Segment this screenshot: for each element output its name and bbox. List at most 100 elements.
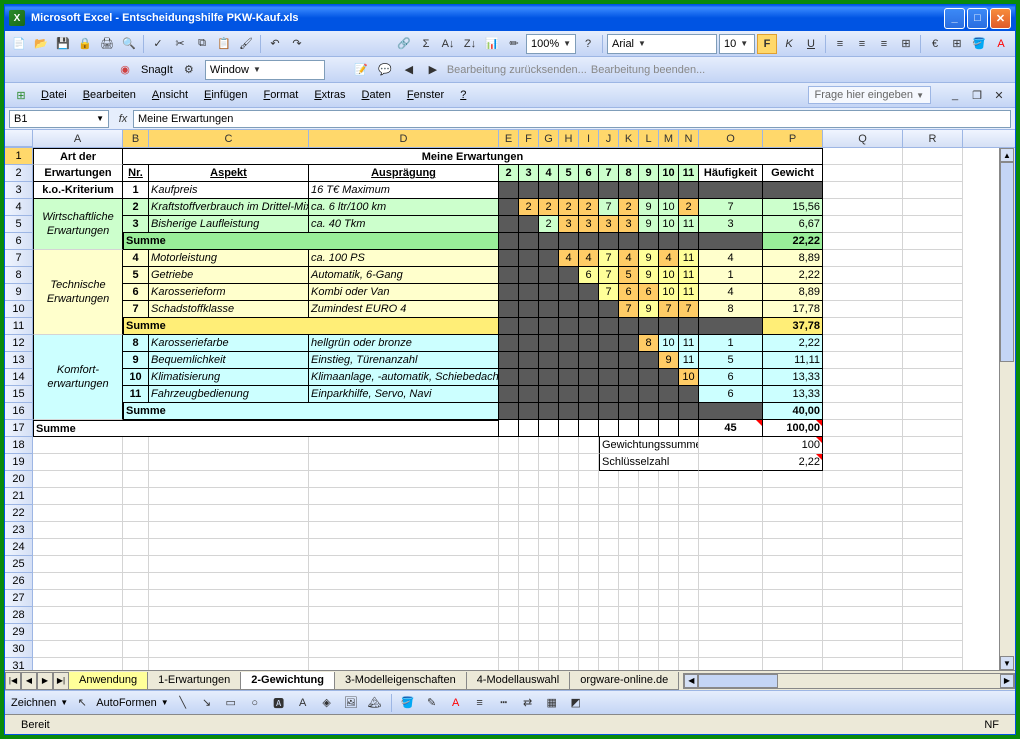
cell[interactable]: 10	[679, 369, 699, 386]
cell[interactable]	[599, 624, 619, 641]
cell[interactable]	[149, 556, 309, 573]
cell[interactable]: 8,89	[763, 284, 823, 301]
cell[interactable]	[149, 522, 309, 539]
cell[interactable]	[599, 386, 619, 403]
cell[interactable]	[499, 318, 519, 335]
cell[interactable]	[309, 607, 499, 624]
cell[interactable]	[639, 403, 659, 420]
cell[interactable]	[539, 301, 559, 318]
cell[interactable]	[559, 369, 579, 386]
cell[interactable]	[519, 624, 539, 641]
cell[interactable]	[519, 437, 539, 454]
cell[interactable]	[599, 301, 619, 318]
cell[interactable]	[639, 318, 659, 335]
cell[interactable]	[499, 284, 519, 301]
cell[interactable]	[539, 318, 559, 335]
cell[interactable]	[559, 590, 579, 607]
col-header-E[interactable]: E	[499, 130, 519, 147]
cell[interactable]	[823, 488, 903, 505]
cell[interactable]: 6	[699, 386, 763, 403]
cell[interactable]	[539, 250, 559, 267]
cell[interactable]	[659, 233, 679, 250]
cell[interactable]	[539, 352, 559, 369]
copy-icon[interactable]: ⧉	[192, 34, 212, 54]
menu-daten[interactable]: Daten	[354, 87, 399, 103]
cell[interactable]	[823, 556, 903, 573]
cell[interactable]: 10	[659, 216, 679, 233]
cell[interactable]: Einparkhilfe, Servo, Navi	[309, 386, 499, 403]
menu-bearbeiten[interactable]: Bearbeiten	[75, 87, 144, 103]
row-header[interactable]: 22	[5, 505, 33, 522]
cell[interactable]	[823, 369, 903, 386]
cell[interactable]	[619, 556, 639, 573]
cell[interactable]: 7	[599, 199, 619, 216]
cell[interactable]: 6	[579, 267, 599, 284]
cell[interactable]: 9	[639, 250, 659, 267]
cell[interactable]: Schlüsselzahl	[599, 454, 699, 471]
cell[interactable]	[639, 539, 659, 556]
row-header[interactable]: 13	[5, 352, 33, 369]
cell[interactable]	[823, 318, 903, 335]
cell[interactable]: 2	[559, 199, 579, 216]
cell[interactable]	[499, 250, 519, 267]
tab-prev-button[interactable]: ◀	[21, 672, 37, 690]
cell[interactable]: Fahrzeugbedienung	[149, 386, 309, 403]
cell[interactable]	[499, 522, 519, 539]
col-header-C[interactable]: C	[149, 130, 309, 147]
cell[interactable]: 6	[123, 284, 149, 301]
cell[interactable]	[639, 624, 659, 641]
cell[interactable]	[559, 284, 579, 301]
cell[interactable]: Summe	[123, 233, 499, 250]
cell[interactable]	[559, 573, 579, 590]
cell[interactable]	[823, 505, 903, 522]
doc-restore-icon[interactable]: ❐	[967, 85, 987, 105]
cell[interactable]: 11	[679, 165, 699, 182]
cell[interactable]	[499, 505, 519, 522]
sort-desc-icon[interactable]: Z↓	[460, 34, 480, 54]
cell[interactable]	[763, 658, 823, 670]
cell[interactable]: 8,89	[763, 250, 823, 267]
cell[interactable]	[619, 403, 639, 420]
cell[interactable]	[903, 199, 963, 216]
cell[interactable]	[579, 284, 599, 301]
row-header[interactable]: 8	[5, 267, 33, 284]
cell[interactable]	[823, 590, 903, 607]
cell[interactable]	[699, 641, 763, 658]
cell[interactable]	[903, 335, 963, 352]
cell[interactable]	[123, 607, 149, 624]
col-header-H[interactable]: H	[559, 130, 579, 147]
align-left-icon[interactable]: ≡	[830, 34, 850, 54]
cell[interactable]: 11	[679, 335, 699, 352]
cell[interactable]: 6	[699, 369, 763, 386]
fill-color-icon[interactable]: 🪣	[969, 34, 989, 54]
cell[interactable]	[699, 471, 763, 488]
row-header[interactable]: 28	[5, 607, 33, 624]
col-header-N[interactable]: N	[679, 130, 699, 147]
open-icon[interactable]: 📂	[31, 34, 51, 54]
drawing-icon[interactable]: ✏	[504, 34, 524, 54]
cell[interactable]	[499, 556, 519, 573]
cell[interactable]	[309, 641, 499, 658]
cell[interactable]	[519, 369, 539, 386]
cell[interactable]	[539, 437, 559, 454]
cell[interactable]: Einstieg, Türenanzahl	[309, 352, 499, 369]
row-header[interactable]: 15	[5, 386, 33, 403]
cell[interactable]: 2	[539, 199, 559, 216]
sheet-tab[interactable]: 1-Erwartungen	[147, 672, 241, 690]
cell[interactable]	[579, 607, 599, 624]
cell[interactable]: 6	[639, 284, 659, 301]
cell[interactable]	[763, 182, 823, 199]
cell[interactable]	[619, 386, 639, 403]
cell[interactable]: 9	[639, 216, 659, 233]
cell[interactable]	[559, 641, 579, 658]
cell[interactable]	[499, 369, 519, 386]
cell[interactable]: 13,33	[763, 386, 823, 403]
cell[interactable]: Klimaanlage, -automatik, Schiebedach	[309, 369, 499, 386]
cell[interactable]	[579, 539, 599, 556]
close-button[interactable]: ✕	[990, 8, 1011, 29]
cell[interactable]: 7	[699, 199, 763, 216]
cell[interactable]	[499, 488, 519, 505]
cell[interactable]	[499, 386, 519, 403]
cell[interactable]	[499, 573, 519, 590]
maximize-button[interactable]: □	[967, 8, 988, 29]
